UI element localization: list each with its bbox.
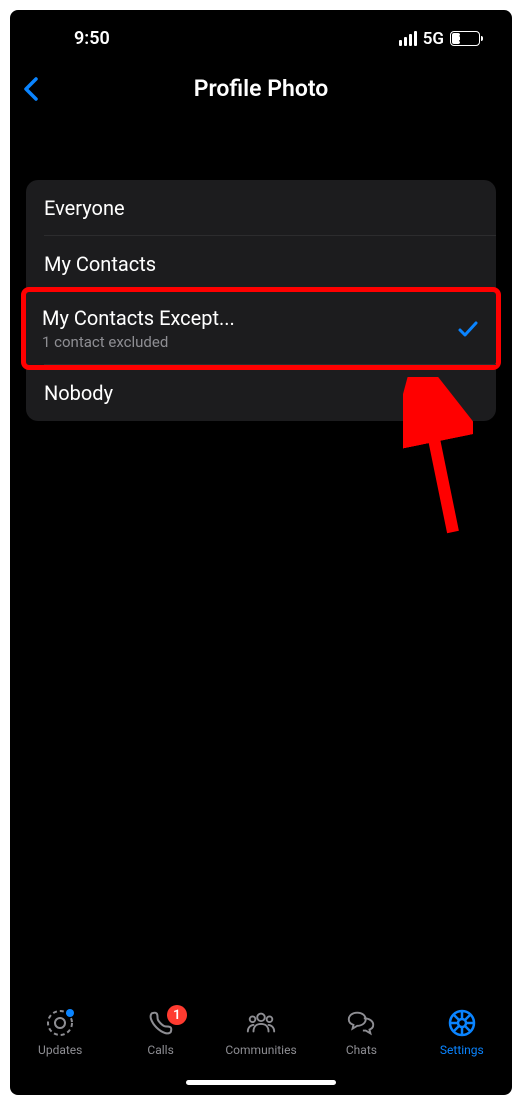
option-label: Everyone — [44, 196, 125, 220]
tab-updates[interactable]: Updates — [10, 1007, 110, 1057]
privacy-options-group: Everyone My Contacts My Contacts Except.… — [26, 180, 496, 421]
status-indicators: 5G 32 — [399, 29, 480, 49]
home-indicator[interactable] — [186, 1080, 336, 1085]
option-my-contacts[interactable]: My Contacts — [26, 236, 496, 292]
nav-header: Profile Photo — [10, 57, 512, 130]
option-label: My Contacts Except... — [42, 306, 235, 330]
communities-icon — [245, 1007, 277, 1039]
back-button[interactable] — [22, 75, 40, 103]
tab-communities[interactable]: Communities — [211, 1007, 311, 1057]
tab-calls[interactable]: 1 Calls — [110, 1007, 210, 1057]
calls-badge: 1 — [167, 1005, 187, 1025]
battery-icon: 32 — [450, 31, 480, 46]
option-label: My Contacts — [44, 252, 156, 276]
tab-label: Chats — [346, 1043, 377, 1057]
option-label: Nobody — [44, 381, 113, 405]
settings-icon — [446, 1007, 478, 1039]
signal-icon — [399, 31, 417, 46]
tab-label: Calls — [147, 1043, 173, 1057]
status-bar: 9:50 5G 32 — [10, 10, 512, 57]
tab-chats[interactable]: Chats — [311, 1007, 411, 1057]
tab-label: Settings — [440, 1043, 484, 1057]
page-title: Profile Photo — [26, 75, 496, 102]
tab-label: Communities — [225, 1043, 296, 1057]
checkmark-icon — [456, 317, 480, 341]
option-everyone[interactable]: Everyone — [26, 180, 496, 236]
status-time: 9:50 — [42, 28, 110, 49]
option-my-contacts-except[interactable]: My Contacts Except... 1 contact excluded — [21, 287, 501, 370]
network-label: 5G — [423, 29, 444, 49]
chats-icon — [345, 1007, 377, 1039]
tab-settings[interactable]: Settings — [412, 1007, 512, 1057]
option-nobody[interactable]: Nobody — [26, 365, 496, 421]
tab-label: Updates — [38, 1043, 82, 1057]
updates-icon — [44, 1007, 76, 1039]
option-subtitle: 1 contact excluded — [42, 333, 235, 351]
chevron-left-icon — [22, 75, 40, 103]
